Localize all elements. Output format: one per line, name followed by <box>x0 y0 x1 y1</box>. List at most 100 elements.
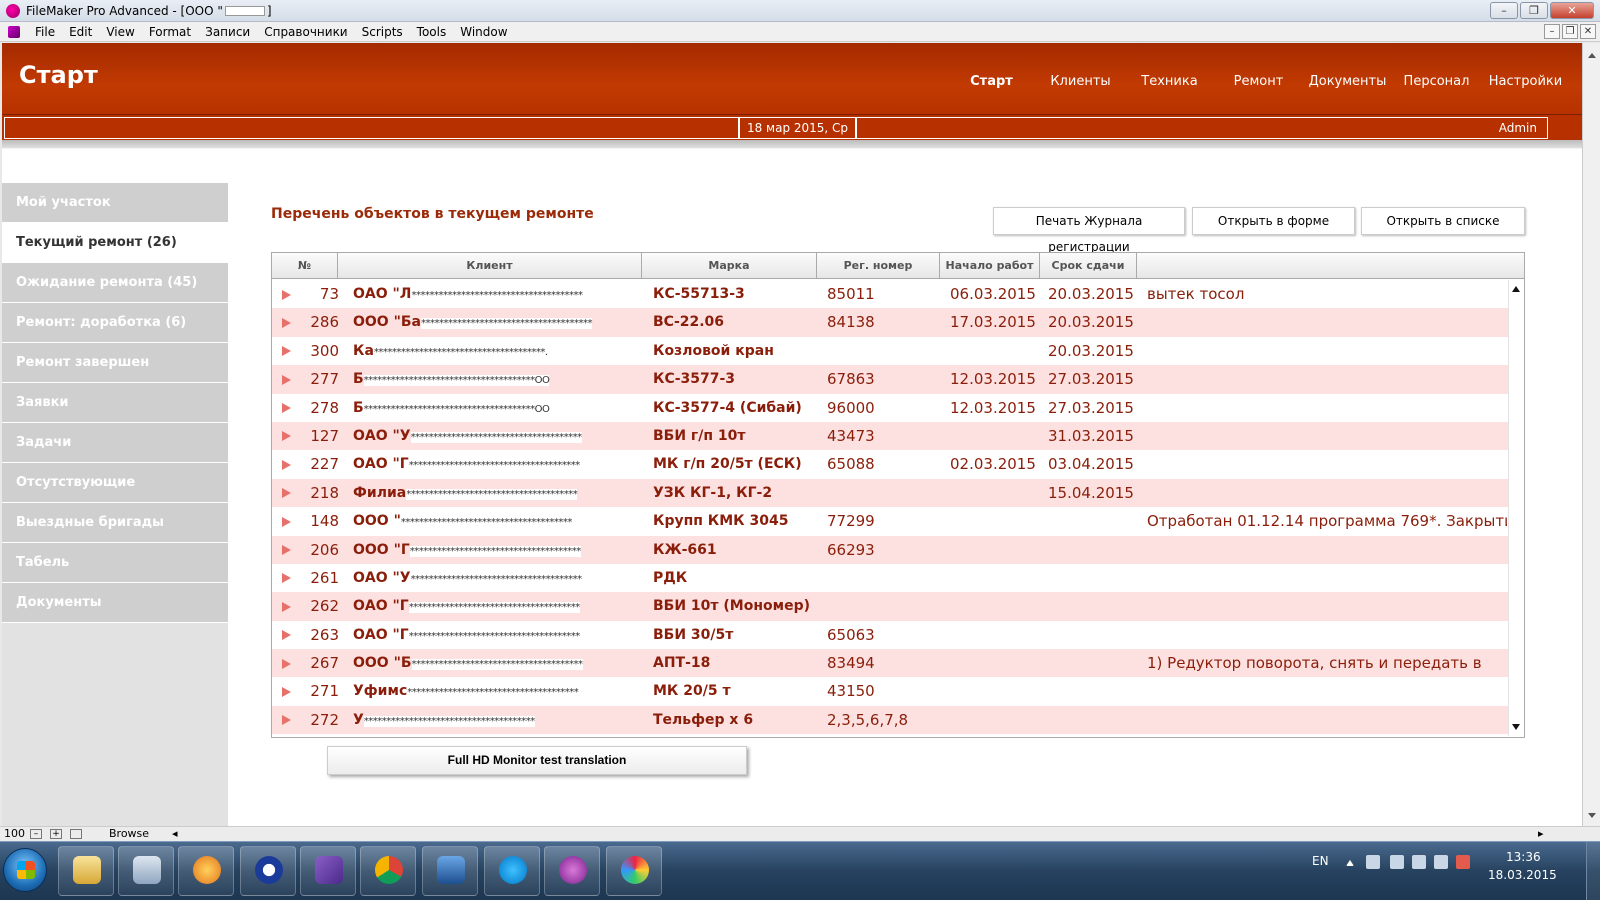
close-button[interactable]: ✕ <box>1550 2 1594 19</box>
sidebar-item-awaiting-repair[interactable]: Ожидание ремонта (45) <box>2 263 228 303</box>
menu-format[interactable]: Format <box>142 25 198 39</box>
column-header-reg[interactable]: Рег. номер <box>817 253 940 279</box>
row-open-arrow-icon[interactable] <box>282 450 296 478</box>
table-row[interactable]: 263 ОАО "Г*******************************… <box>272 621 1508 649</box>
doc-minimize-button[interactable]: – <box>1544 24 1560 39</box>
menu-tools[interactable]: Tools <box>410 25 454 39</box>
table-scrollbar[interactable] <box>1508 280 1524 736</box>
restore-button[interactable]: ❐ <box>1520 2 1548 19</box>
column-header-brand[interactable]: Марка <box>642 253 817 279</box>
table-row[interactable]: 261 ОАО "У*******************************… <box>272 564 1508 592</box>
taskbar-visual-studio[interactable] <box>300 846 356 896</box>
table-row[interactable]: 127 ОАО "У*******************************… <box>272 421 1508 451</box>
clock-time[interactable]: 13:36 <box>1506 850 1541 864</box>
mode-indicator[interactable]: Browse <box>109 827 149 840</box>
clock-date[interactable]: 18.03.2015 <box>1488 868 1557 882</box>
sidebar-item-repair-complete[interactable]: Ремонт завершен <box>2 343 228 383</box>
menu-edit[interactable]: Edit <box>62 25 99 39</box>
nav-equipment[interactable]: Техника <box>1125 74 1214 89</box>
nav-repair[interactable]: Ремонт <box>1214 74 1303 89</box>
tray-app-icon[interactable] <box>1366 855 1380 869</box>
row-open-arrow-icon[interactable] <box>282 337 296 365</box>
row-open-arrow-icon[interactable] <box>282 507 296 535</box>
minimize-button[interactable]: – <box>1490 2 1518 19</box>
window-scroll-down-icon[interactable] <box>1588 813 1596 818</box>
taskbar-rad[interactable] <box>240 846 296 896</box>
table-row[interactable]: 267 ООО "Б*******************************… <box>272 649 1508 678</box>
row-open-arrow-icon[interactable] <box>282 280 296 308</box>
sidebar-item-requests[interactable]: Заявки <box>2 383 228 423</box>
zoom-in-icon[interactable]: + <box>50 829 62 839</box>
taskbar-remote-desktop[interactable] <box>422 846 478 896</box>
nav-documents[interactable]: Документы <box>1303 74 1392 89</box>
start-button[interactable] <box>3 848 47 892</box>
row-open-arrow-icon[interactable] <box>282 394 296 422</box>
window-scroll-up-icon[interactable] <box>1588 53 1596 58</box>
row-open-arrow-icon[interactable] <box>282 479 296 507</box>
table-row[interactable]: 277 Б************************************… <box>272 365 1508 394</box>
sidebar-item-my-area[interactable]: Мой участок <box>2 183 228 223</box>
nav-settings[interactable]: Настройки <box>1481 74 1570 89</box>
network-error-icon[interactable] <box>1456 855 1470 869</box>
table-row[interactable]: 206 ООО "Г*******************************… <box>272 535 1508 564</box>
table-row[interactable]: 227 ОАО "Г*******************************… <box>272 450 1508 478</box>
table-row[interactable]: 262 ОАО "Г*******************************… <box>272 592 1508 621</box>
zoom-out-icon[interactable]: – <box>30 829 42 839</box>
table-row[interactable]: 286 ООО "Ба******************************… <box>272 308 1508 337</box>
menu-references[interactable]: Справочники <box>257 25 354 39</box>
nav-clients[interactable]: Клиенты <box>1036 74 1125 89</box>
menu-records[interactable]: Записи <box>198 25 257 39</box>
show-desktop-button[interactable] <box>1586 842 1600 900</box>
volume-icon[interactable] <box>1390 855 1404 869</box>
table-row[interactable]: 271 Уфимс********************************… <box>272 677 1508 705</box>
table-row[interactable]: 218 Филиа********************************… <box>272 478 1508 508</box>
scroll-down-icon[interactable] <box>1512 724 1520 730</box>
hscroll-left-icon[interactable]: ◂ <box>172 827 178 840</box>
show-hidden-icons-icon[interactable] <box>1346 860 1354 866</box>
taskbar-skype[interactable] <box>484 846 540 896</box>
row-open-arrow-icon[interactable] <box>282 422 296 450</box>
menu-view[interactable]: View <box>99 25 141 39</box>
column-header-start[interactable]: Начало работ <box>940 253 1040 279</box>
row-open-arrow-icon[interactable] <box>282 365 296 393</box>
taskbar-filemaker[interactable] <box>544 846 600 896</box>
taskbar-media-player[interactable] <box>178 846 234 896</box>
row-open-arrow-icon[interactable] <box>282 649 296 677</box>
row-open-arrow-icon[interactable] <box>282 706 296 734</box>
sidebar-item-repair-rework[interactable]: Ремонт: доработка (6) <box>2 303 228 343</box>
sidebar-item-current-repair[interactable]: Текущий ремонт (26) <box>2 223 228 263</box>
menu-scripts[interactable]: Scripts <box>355 25 410 39</box>
column-header-num[interactable]: № <box>272 253 338 279</box>
row-open-arrow-icon[interactable] <box>282 536 296 564</box>
doc-restore-button[interactable]: ❐ <box>1562 24 1578 39</box>
hscroll-right-icon[interactable]: ▸ <box>1538 827 1544 840</box>
column-header-client[interactable]: Клиент <box>338 253 642 279</box>
row-open-arrow-icon[interactable] <box>282 621 296 649</box>
sidebar-item-absent[interactable]: Отсутствующие <box>2 463 228 503</box>
sidebar-item-timesheet[interactable]: Табель <box>2 543 228 583</box>
sidebar-item-field-teams[interactable]: Выездные бригады <box>2 503 228 543</box>
table-row[interactable]: 278 Б************************************… <box>272 394 1508 422</box>
row-open-arrow-icon[interactable] <box>282 564 296 592</box>
taskbar-file-explorer[interactable] <box>58 846 114 896</box>
sidebar-item-documents[interactable]: Документы <box>2 583 228 623</box>
menu-window[interactable]: Window <box>453 25 514 39</box>
usb-device-icon[interactable] <box>1412 855 1426 869</box>
document-menu-icon[interactable] <box>8 25 20 38</box>
table-row[interactable]: 300 Ка***********************************… <box>272 337 1508 365</box>
zoom-level[interactable]: 100 <box>4 827 25 840</box>
sidebar-item-tasks[interactable]: Задачи <box>2 423 228 463</box>
taskbar-calculator[interactable] <box>118 846 174 896</box>
nav-staff[interactable]: Персонал <box>1392 74 1481 89</box>
row-open-arrow-icon[interactable] <box>282 677 296 705</box>
open-in-form-button[interactable]: Открыть в форме <box>1192 207 1355 235</box>
language-indicator[interactable]: EN <box>1312 854 1329 868</box>
row-open-arrow-icon[interactable] <box>282 308 296 336</box>
table-row[interactable]: 73 ОАО "Л********************************… <box>272 280 1508 308</box>
taskbar-paint[interactable] <box>606 846 662 896</box>
row-open-arrow-icon[interactable] <box>282 592 296 620</box>
network-signal-icon[interactable] <box>1434 855 1448 869</box>
table-row[interactable]: 272 У************************************… <box>272 705 1508 735</box>
menu-file[interactable]: File <box>28 25 62 39</box>
open-in-list-button[interactable]: Открыть в списке <box>1361 207 1525 235</box>
